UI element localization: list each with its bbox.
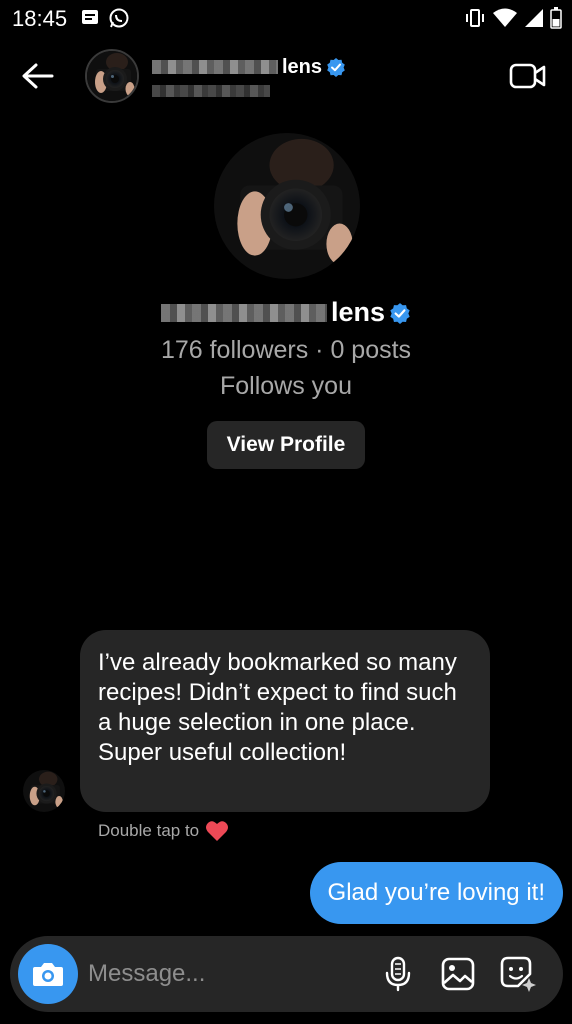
header-username[interactable]: lens (152, 54, 346, 80)
incoming-message-bubble[interactable]: I’ve already bookmarked so many recipes!… (80, 630, 490, 812)
header-avatar[interactable] (85, 49, 139, 103)
sender-avatar[interactable] (23, 770, 65, 812)
reaction-hint-text: Double tap to (98, 821, 200, 840)
incoming-message-text: I’ve already bookmarked so many recipes!… (98, 649, 457, 766)
profile-stats: 176 followers · 0 posts (160, 336, 412, 364)
camera-button[interactable] (18, 944, 78, 1004)
back-button[interactable] (18, 56, 58, 96)
verified-badge-icon (327, 58, 345, 77)
sticker-button[interactable] (498, 954, 538, 994)
status-left-icons (80, 7, 130, 34)
status-time: 18:45 (12, 6, 68, 31)
sticker-icon (500, 956, 536, 992)
signal-icon (524, 8, 544, 33)
outgoing-message-bubble[interactable]: Glad you’re loving it! (309, 862, 563, 924)
message-input[interactable] (88, 954, 368, 994)
view-profile-button[interactable]: View Profile (207, 421, 365, 469)
profile-username-suffix: lens (330, 297, 386, 327)
back-arrow-icon (22, 63, 54, 89)
gallery-icon (441, 957, 475, 991)
verified-badge-icon (390, 302, 410, 324)
heart-icon (206, 821, 229, 841)
status-right-icons (464, 7, 562, 34)
outgoing-message-text: Glad you’re loving it! (327, 879, 545, 906)
video-call-button[interactable] (508, 60, 548, 92)
status-bar: 18:45 (0, 0, 572, 36)
wifi-icon (492, 8, 518, 33)
reaction-hint: Double tap to (98, 820, 229, 842)
microphone-icon (385, 956, 411, 992)
redacted-profile-username (160, 303, 327, 322)
header-username-suffix: lens (282, 55, 323, 78)
whatsapp-icon (108, 7, 130, 34)
profile-username: lens (0, 297, 572, 328)
profile-avatar[interactable] (214, 133, 360, 279)
follows-you-label: Follows you (220, 372, 352, 400)
gallery-button[interactable] (438, 954, 478, 994)
message-composer (10, 936, 563, 1012)
redacted-subtitle (152, 84, 270, 98)
message-notification-icon (80, 7, 100, 34)
vibrate-icon (464, 8, 486, 33)
redacted-username (152, 60, 278, 74)
camera-icon (33, 963, 63, 986)
battery-icon (550, 7, 562, 34)
video-call-icon (509, 63, 546, 89)
chat-header: lens (0, 40, 572, 112)
voice-message-button[interactable] (378, 954, 418, 994)
